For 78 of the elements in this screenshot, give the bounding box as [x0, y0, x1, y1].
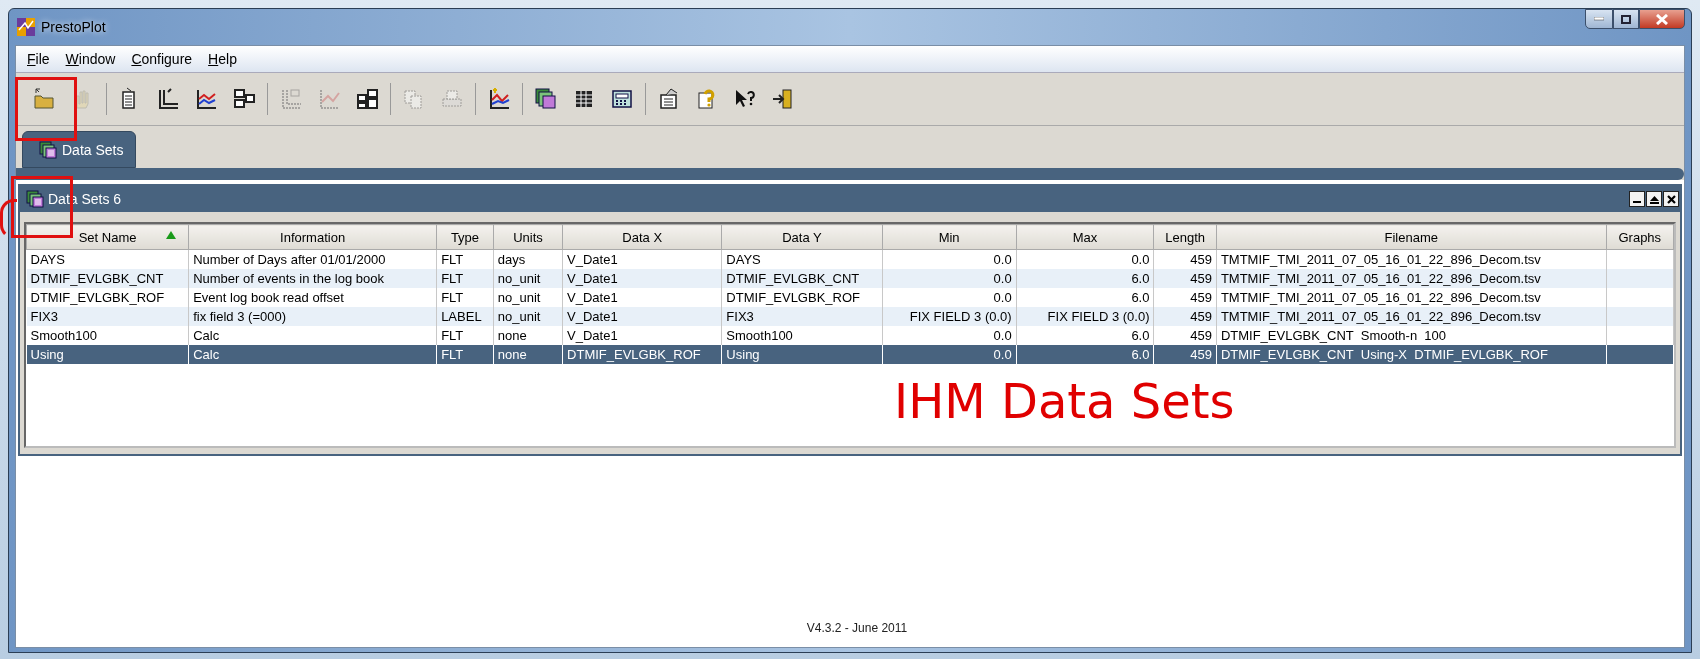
table-cell: 459	[1153, 269, 1217, 288]
triangle-up-icon	[1649, 194, 1659, 204]
minimize-button[interactable]	[1629, 191, 1645, 207]
table-cell: FLT	[436, 345, 494, 364]
table-cell: DTMIF_EVLGBK_CNT	[721, 269, 883, 288]
data-sets-icon	[26, 190, 44, 208]
version-label: V4.3.2 - June 2011	[806, 621, 908, 635]
annotation-caption: IHM Data Sets	[894, 377, 1235, 425]
window-title: PrestoPlot	[41, 19, 106, 35]
menu-item[interactable]: File	[20, 49, 57, 69]
menu-item[interactable]: Window	[58, 49, 123, 69]
table-cell: no_unit	[493, 269, 563, 288]
line-chart-icon	[317, 87, 341, 111]
table-cell: 459	[1153, 307, 1217, 326]
exit-icon	[771, 87, 795, 111]
calculator-icon	[610, 87, 634, 111]
column-header[interactable]: Information	[188, 224, 437, 250]
table-cell: DTMIF_EVLGBK_CNT Using-X DTMIF_EVLGBK_ROF	[1216, 345, 1607, 364]
table-cell: FIX3	[26, 307, 189, 326]
column-header[interactable]: Min	[882, 224, 1017, 250]
tab[interactable]: Data Sets	[22, 131, 137, 168]
data-sets-icon	[39, 140, 57, 159]
column-header[interactable]: Data Y	[721, 224, 883, 250]
minimize-icon	[1594, 17, 1604, 21]
table-cell: no_unit	[493, 307, 563, 326]
close-button[interactable]	[1639, 9, 1685, 29]
table-row[interactable]: FIX3 fix field 3 (=000) LABEL no_unit V_Date1 FIX3 FIX FIELD 3 (0.0) FIX FIELD 3 (0.0) 459 TMTMIF_TMI_2011_07_05_16_01_22_896_Decom.tsv	[26, 307, 1674, 326]
table-row[interactable]: DTMIF_EVLGBK_CNT Number of events in the log book FLT no_unit V_Date1 DTMIF_EVLGBK_CNT 0.0 6.0 459 TMTMIF_TMI_2011_07_05_16_01_22_896_Decom.tsv	[26, 269, 1674, 288]
table-cell: V_Date1	[562, 269, 722, 288]
column-header[interactable]: Graphs	[1606, 224, 1674, 250]
column-header[interactable]: Units	[493, 224, 563, 250]
table-cell: 459	[1153, 345, 1217, 364]
close-icon	[1666, 194, 1676, 204]
highlight-frame	[15, 77, 77, 141]
table-cell: fix field 3 (=000)	[188, 307, 437, 326]
column-header[interactable]: Data X	[562, 224, 722, 250]
column-header[interactable]: Max	[1016, 224, 1154, 250]
table-cell: 0.0	[882, 345, 1017, 364]
app-logo-icon	[17, 18, 35, 36]
restore-button[interactable]	[1646, 191, 1662, 207]
table-cell: DTMIF_EVLGBK_ROF	[562, 345, 722, 364]
table-cell: DTMIF_EVLGBK_CNT	[26, 269, 189, 288]
data-sets-icon	[534, 87, 558, 111]
column-header[interactable]: Type	[436, 224, 494, 250]
table-cell: 0.0	[882, 269, 1017, 288]
table-cell: Using	[26, 345, 189, 364]
layout-icon	[355, 87, 379, 111]
chart-icon	[487, 87, 511, 111]
column-header[interactable]: Length	[1153, 224, 1217, 250]
line-chart-icon	[194, 87, 218, 111]
table-cell: TMTMIF_TMI_2011_07_05_16_01_22_896_Decom.tsv	[1216, 307, 1607, 326]
table-cell: LABEL	[436, 307, 494, 326]
maximize-icon	[1621, 14, 1631, 24]
menu-item[interactable]: Help	[201, 49, 244, 69]
table-cell: V_Date1	[562, 307, 722, 326]
axis-icon	[279, 87, 303, 111]
menu-item[interactable]: Configure	[124, 49, 200, 69]
axis-icon	[156, 87, 180, 111]
folder-icon	[33, 87, 57, 111]
table-cell: TMTMIF_TMI_2011_07_05_16_01_22_896_Decom.tsv	[1216, 269, 1607, 288]
layout-icon	[232, 87, 256, 111]
table-cell: none	[493, 345, 563, 364]
column-header[interactable]: Filename	[1216, 224, 1607, 250]
table-cell: FLT	[436, 269, 494, 288]
table-row[interactable]: Using Calc FLT none DTMIF_EVLGBK_ROF Using 0.0 6.0 459 DTMIF_EVLGBK_CNT Using-X DTMIF_EVLGBK_ROF	[26, 345, 1674, 364]
table-cell: Using	[721, 345, 883, 364]
table-cell: FIX FIELD 3 (0.0)	[882, 307, 1017, 326]
table-cell: 6.0	[1016, 345, 1154, 364]
maximize-button[interactable]	[1613, 9, 1639, 29]
column-header[interactable]: Set Name	[26, 224, 189, 250]
table-cell: 6.0	[1016, 269, 1154, 288]
close-icon	[1656, 13, 1668, 25]
close-button[interactable]	[1663, 191, 1679, 207]
table-cell: FIX3	[721, 307, 883, 326]
table-cell: Calc	[188, 345, 437, 364]
table-cell: FIX FIELD 3 (0.0)	[1016, 307, 1154, 326]
minimize-button[interactable]	[1585, 9, 1613, 29]
table-cell: Number of events in the log book	[188, 269, 437, 288]
